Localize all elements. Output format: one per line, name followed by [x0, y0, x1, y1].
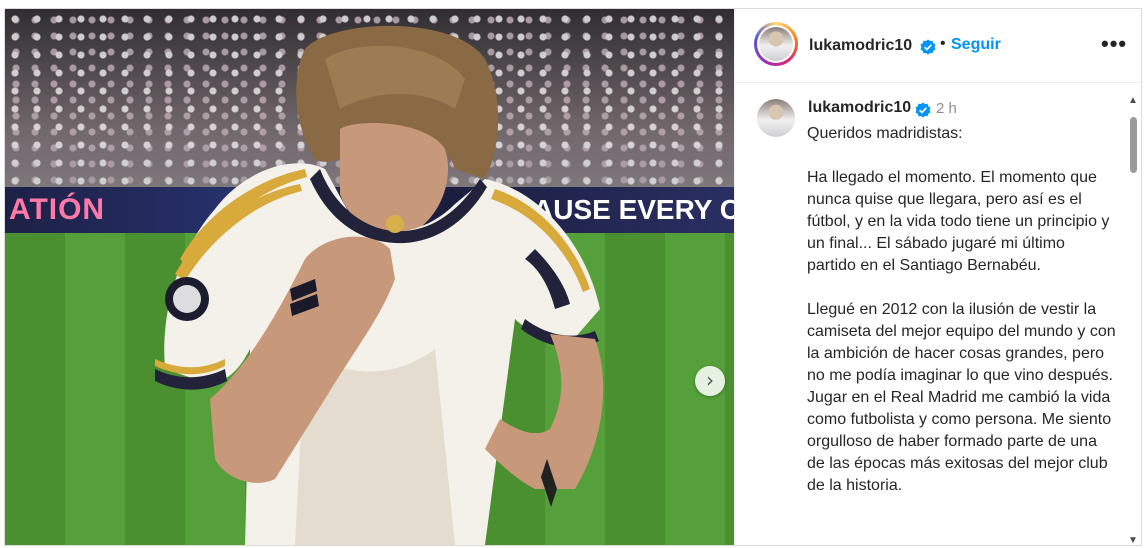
avatar-ring-inner	[757, 25, 795, 63]
chevron-right-icon: ›	[706, 368, 714, 392]
next-photo-button[interactable]: ›	[695, 366, 725, 396]
caption-scrollbar[interactable]: ▲ ▼	[1127, 95, 1139, 545]
post-photo[interactable]: ATIÓN AUSE EVERY CH	[5, 9, 734, 545]
scroll-up-icon[interactable]: ▲	[1128, 95, 1138, 106]
caption-avatar[interactable]	[757, 99, 795, 137]
caption-area[interactable]: lukamodric10 2 h Queridos madridistas: H…	[735, 83, 1141, 545]
scrollbar-thumb[interactable]	[1130, 117, 1137, 173]
follow-button[interactable]: Seguir	[951, 36, 1001, 54]
post-side-panel: lukamodric10 • Seguir ••• lukamodric10 2…	[734, 9, 1141, 545]
scroll-down-icon[interactable]: ▼	[1128, 535, 1138, 545]
verified-badge-icon	[920, 39, 936, 55]
caption-text: Queridos madridistas: Ha llegado el mome…	[807, 125, 1116, 494]
player-figure	[155, 25, 604, 545]
header-username[interactable]: lukamodric10	[809, 37, 912, 55]
caption-username[interactable]: lukamodric10	[808, 99, 911, 117]
profile-avatar[interactable]	[754, 22, 798, 66]
ad-board-text-left: ATIÓN	[9, 193, 106, 226]
post-timestamp[interactable]: 2 h	[936, 100, 957, 117]
header-separator: •	[940, 35, 946, 52]
post-dialog: ATIÓN AUSE EVERY CH	[4, 8, 1142, 546]
post-header: lukamodric10 • Seguir •••	[735, 9, 1141, 83]
avatar-image	[759, 27, 793, 61]
verified-badge-icon	[915, 102, 931, 118]
more-options-icon[interactable]: •••	[1101, 31, 1127, 57]
